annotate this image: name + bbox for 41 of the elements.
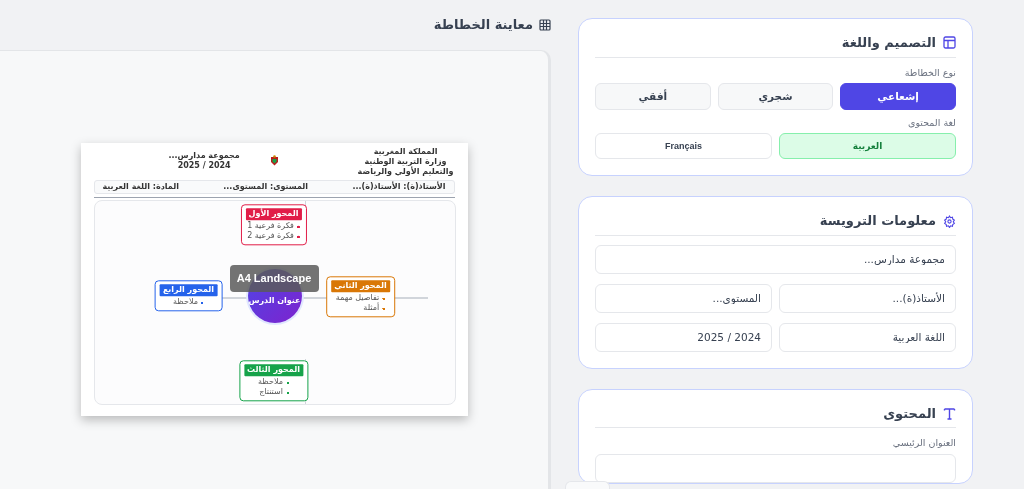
header-text: المملكة المغربية — [372, 147, 439, 157]
info-text: المستوى: المستوى... — [223, 182, 309, 192]
input-field[interactable] — [595, 453, 956, 483]
language-option[interactable]: العربية — [779, 133, 956, 160]
card-title: المحتوى — [883, 405, 936, 422]
field-label: العنوان الرئيسي — [891, 437, 956, 450]
language-option[interactable]: Français — [595, 133, 772, 160]
floating-button[interactable] — [565, 481, 610, 489]
field-label: لغة المحتوى — [907, 116, 956, 130]
branch-item: فكرة فرعية 1 — [247, 221, 300, 232]
card-title: التصميم واللغة — [841, 35, 936, 51]
input-field[interactable]: الأستاذ(ة)... — [779, 283, 956, 313]
grid-icon — [539, 19, 551, 31]
branch-title: المحور الثالث — [244, 364, 303, 377]
paper-size-label: A4 Landscape — [229, 265, 319, 292]
branch-item: تفاصيل مهمة — [335, 293, 386, 304]
input-field[interactable]: مجموعة مدارس... — [595, 244, 956, 274]
branch-item: فكرة فرعية 2 — [247, 231, 300, 242]
header-text: وزارة التربية الوطنية — [363, 157, 448, 166]
layout-icon — [943, 36, 956, 50]
layout-option[interactable]: أفقي — [595, 82, 711, 110]
input-field[interactable]: 2024 / 2025 — [595, 322, 772, 352]
layout-option[interactable]: شجري — [717, 82, 834, 110]
settings-icon — [943, 214, 956, 228]
info-text: المادة: اللغة العربية — [102, 182, 179, 192]
branch-title: المحور الأول — [245, 208, 302, 221]
text-icon — [943, 407, 956, 421]
header-text: والتعليم الأولي والرياضة — [357, 167, 454, 177]
branch-item: استنتاج — [258, 387, 289, 398]
branch-title: المحور الثاني — [331, 280, 390, 293]
info-text: الأستاذ(ة): الأستاذ(ة)... — [352, 182, 446, 192]
header-text: مجموعة مدارس... — [168, 151, 240, 161]
field-label: نوع الخطاطة — [903, 66, 956, 79]
branch-title: المحور الرابع — [159, 284, 218, 297]
card-title: معلومات الترويسة — [819, 213, 936, 229]
preview-title: معاينة الخطاطة — [433, 16, 533, 35]
header-text: 2024 / 2025 — [176, 161, 232, 171]
input-field[interactable]: اللغة العربية — [779, 322, 956, 352]
input-field[interactable]: المستوى... — [595, 283, 772, 313]
emblem-icon — [269, 155, 279, 166]
layout-option[interactable]: إشعاعي — [840, 82, 956, 110]
